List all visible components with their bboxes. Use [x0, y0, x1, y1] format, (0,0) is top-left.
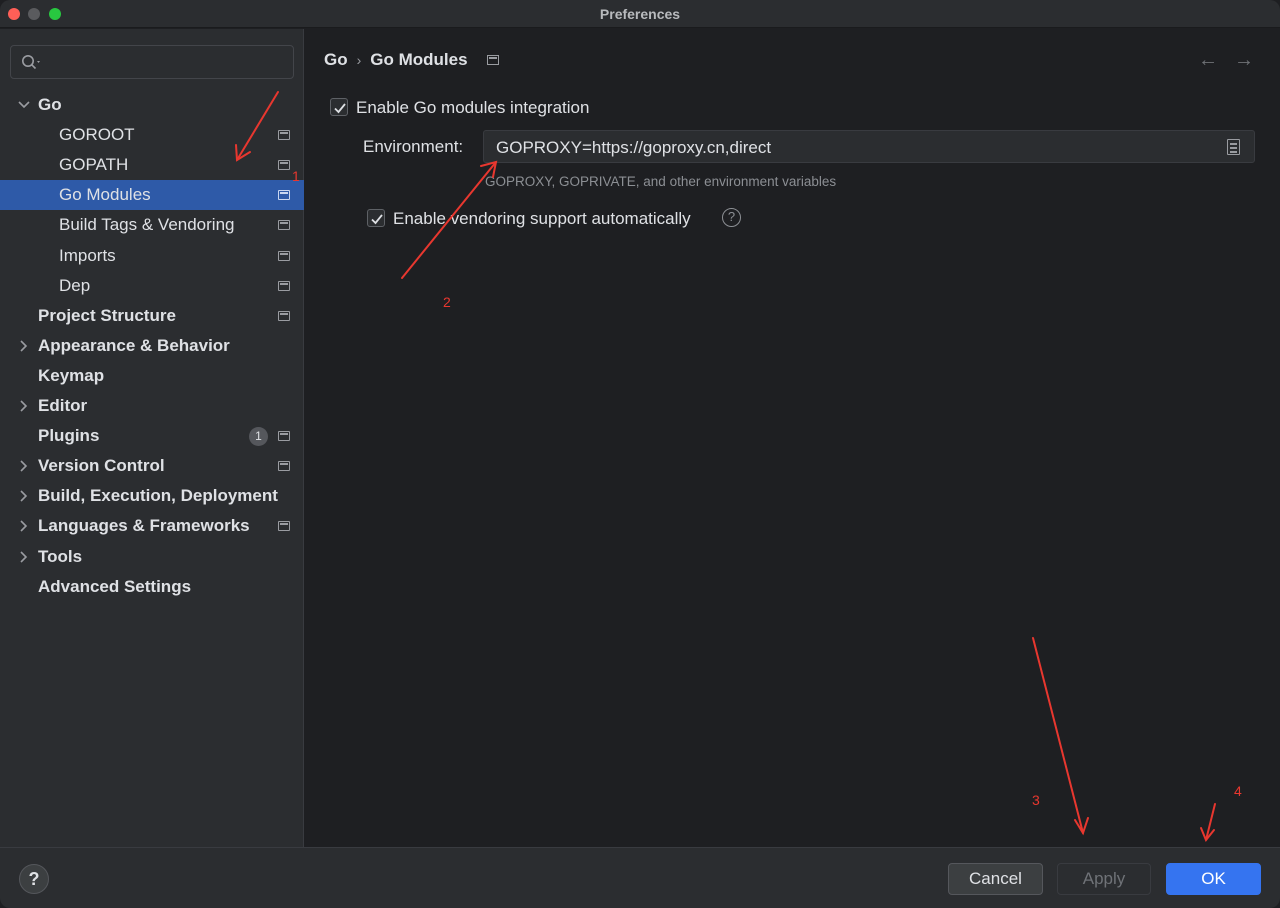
annotation-label-2: 2 [443, 294, 451, 310]
sidebar-item-label: Advanced Settings [38, 576, 192, 596]
cancel-button[interactable]: Cancel [948, 863, 1043, 895]
help-icon[interactable]: ? [722, 208, 741, 227]
sidebar-item-label: GOROOT [59, 125, 135, 145]
sidebar-item-gopath[interactable]: GOPATH [0, 150, 304, 180]
project-level-icon [278, 280, 290, 291]
enable-vendoring-label[interactable]: Enable vendoring support automatically [393, 209, 691, 229]
project-level-icon [278, 190, 290, 201]
sidebar-item-label: Plugins [38, 426, 100, 446]
sidebar-item-label: Project Structure [38, 305, 176, 325]
environment-label: Environment: [363, 137, 464, 156]
sidebar-item-label: Imports [59, 245, 116, 265]
chevron-right-icon[interactable] [17, 542, 31, 572]
sidebar-item-label: Tools [38, 546, 83, 566]
breadcrumb-current: Go Modules [370, 49, 468, 69]
sidebar-item-label: Version Control [38, 456, 165, 476]
window-title: Preferences [599, 6, 681, 22]
sidebar-item-label: Languages & Frameworks [38, 516, 250, 536]
apply-button[interactable]: Apply [1057, 863, 1151, 895]
sidebar-item-editor[interactable]: Editor [0, 391, 304, 421]
breadcrumb: Go › Go Modules [324, 49, 468, 70]
sidebar-item-label: Editor [38, 396, 88, 415]
settings-content: Go › Go Modules ← → Enable Go modules inte… [305, 29, 1280, 847]
sidebar-item-advanced-settings[interactable]: Advanced Settings [0, 572, 304, 602]
breadcrumb-separator: › [356, 51, 362, 68]
sidebar-item-dep[interactable]: Dep [0, 271, 304, 301]
sidebar-item-keymap[interactable]: Keymap [0, 361, 304, 391]
sidebar-item-version-control[interactable]: Version Control [0, 451, 304, 481]
checkmark-icon [334, 103, 346, 114]
project-level-icon [278, 130, 290, 141]
chevron-down-icon[interactable] [17, 90, 31, 120]
sidebar-item-go[interactable]: Go [0, 90, 304, 120]
sidebar-item-build-execution-deployment[interactable]: Build, Execution, Deployment [0, 481, 304, 511]
sidebar-item-label: Appearance & Behavior [38, 335, 230, 355]
sidebar-item-project-structure[interactable]: Project Structure [0, 301, 304, 331]
enable-go-modules-label[interactable]: Enable Go modules integration [356, 98, 589, 118]
sidebar-item-label: Keymap [38, 365, 105, 385]
sidebar-item-label: Go [38, 95, 62, 114]
back-arrow-icon[interactable]: ← [1198, 49, 1218, 72]
settings-sidebar: Go GOROOT GOPATH Go Modules Build Tags & Ven… [0, 29, 304, 847]
environment-hint: GOPROXY, GOPRIVATE, and other environmen… [485, 174, 837, 189]
sidebar-item-label: Build, Execution, Deployment [38, 486, 278, 506]
title-bar: Preferences [0, 0, 1280, 28]
enable-go-modules-checkbox[interactable] [330, 98, 348, 116]
update-count-badge: 1 [249, 427, 268, 447]
environment-value: GOPROXY=https://goproxy.cn,direct [496, 138, 772, 157]
annotation-label-4: 4 [1234, 783, 1242, 799]
chevron-right-icon[interactable] [17, 391, 31, 421]
breadcrumb-parent[interactable]: Go [324, 50, 348, 70]
project-level-icon [278, 250, 290, 261]
sidebar-item-languages-frameworks[interactable]: Languages & Frameworks [0, 511, 304, 541]
chevron-right-icon[interactable] [17, 481, 31, 511]
sidebar-item-goroot[interactable]: GOROOT [0, 120, 304, 150]
sidebar-item-label: Dep [59, 275, 91, 295]
annotation-label-3: 3 [1032, 792, 1040, 808]
project-level-icon [278, 461, 290, 472]
sidebar-item-tools[interactable]: Tools [0, 542, 304, 572]
chevron-right-icon[interactable] [17, 451, 31, 481]
help-button[interactable]: ? [19, 864, 49, 894]
chevron-right-icon[interactable] [17, 511, 31, 541]
sidebar-item-label: Go Modules [59, 185, 151, 205]
annotation-label-1: 1 [292, 168, 300, 184]
project-level-icon [278, 220, 290, 231]
ok-button[interactable]: OK [1166, 863, 1261, 895]
project-level-icon [278, 160, 290, 171]
project-level-icon [278, 310, 290, 321]
search-icon [22, 55, 40, 70]
chevron-right-icon[interactable] [17, 331, 31, 361]
sidebar-item-imports[interactable]: Imports [0, 241, 304, 271]
project-level-icon [278, 431, 290, 442]
sidebar-item-plugins[interactable]: Plugins 1 [0, 421, 304, 451]
project-level-icon [487, 55, 499, 65]
sidebar-item-go-modules[interactable]: Go Modules [0, 180, 304, 211]
sidebar-item-label: Build Tags & Vendoring [59, 215, 235, 235]
document-icon[interactable] [1227, 139, 1240, 155]
sidebar-item-build-tags-vendoring[interactable]: Build Tags & Vendoring [0, 210, 304, 240]
dialog-footer: ? Cancel Apply OK [0, 847, 1280, 908]
forward-arrow-icon[interactable]: → [1234, 49, 1254, 72]
project-level-icon [278, 521, 290, 532]
preferences-window: Preferences Go GOROOT GOPATH Go Modules Buil… [0, 0, 1280, 908]
sidebar-item-appearance-behavior[interactable]: Appearance & Behavior [0, 331, 304, 361]
environment-input[interactable]: GOPROXY=https://goproxy.cn,direct [483, 130, 1255, 163]
enable-vendoring-checkbox[interactable] [367, 209, 385, 227]
checkmark-icon [371, 214, 383, 225]
sidebar-item-label: GOPATH [59, 155, 129, 175]
settings-search-input[interactable] [10, 45, 294, 79]
